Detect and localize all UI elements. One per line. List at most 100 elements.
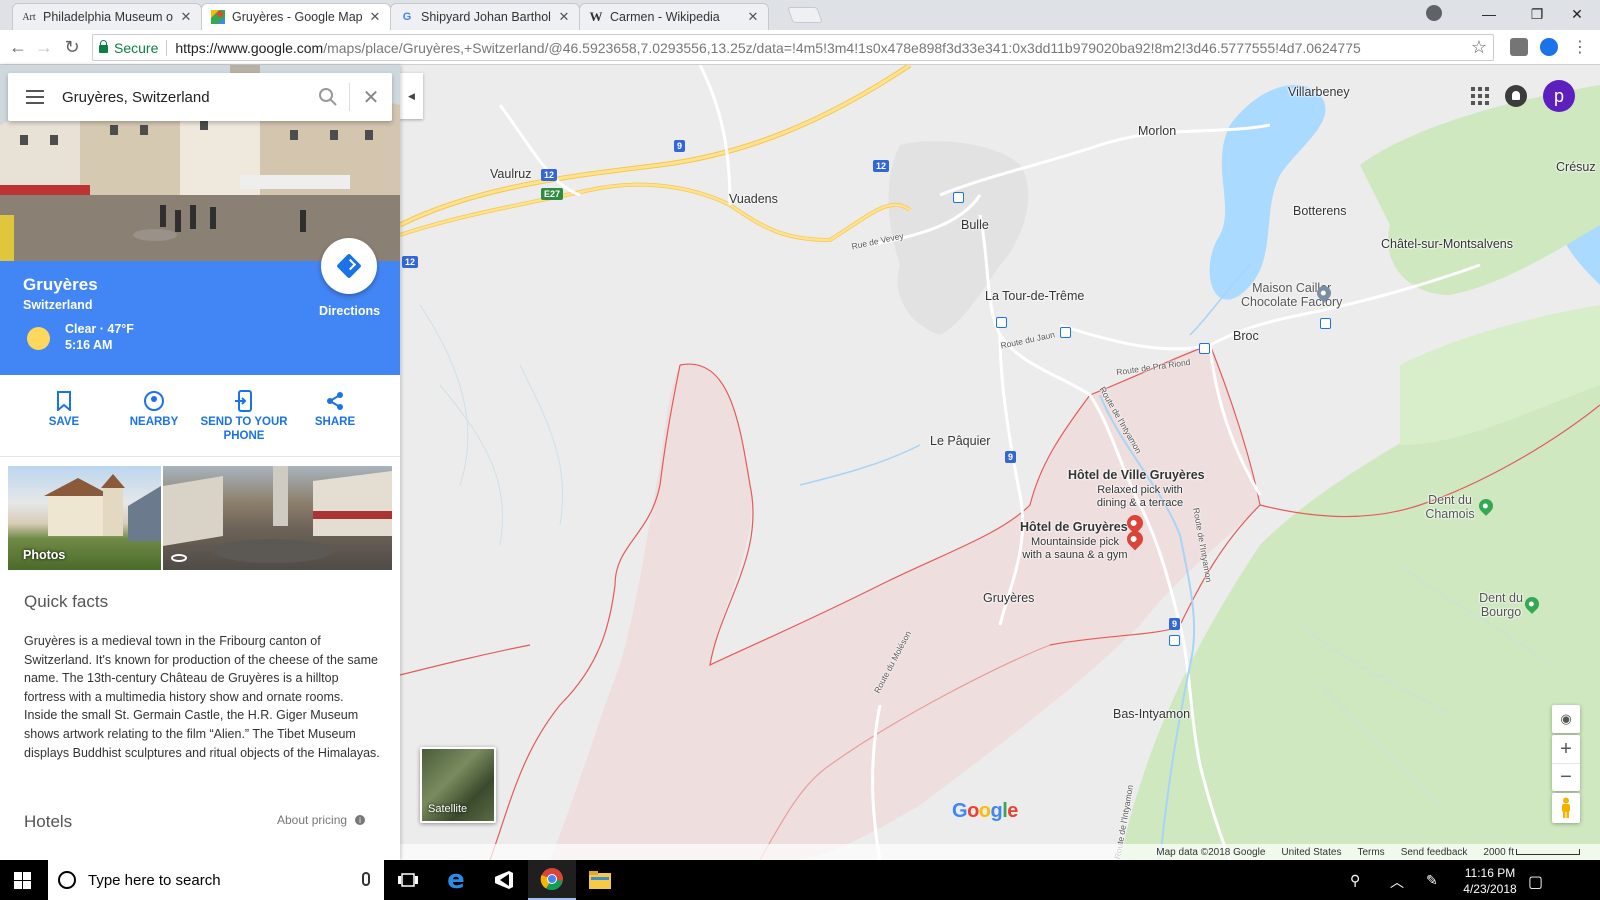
crosshair-icon: ◉ [1560,711,1572,726]
address-bar[interactable]: Secure https://www.google.com/maps/place… [92,34,1494,61]
zoom-in-button[interactable]: + [1552,735,1580,763]
chrome-profile-icon[interactable] [1426,5,1442,21]
hotel-desc-hotel-de-gruyeres: Mountainside pick with a sauna & a gym [1022,536,1128,561]
extension-icon[interactable] [1510,38,1528,56]
windows-start-icon[interactable] [14,872,31,889]
about-pricing-link[interactable]: About pricing i [277,813,366,827]
tab-shipyard[interactable]: G Shipyard Johan Bartholo ✕ [390,3,580,30]
action-center-icon[interactable]: ▢ [1528,872,1543,892]
bookmark-star-icon[interactable]: ☆ [1471,37,1487,58]
map-label-botterens[interactable]: Botterens [1293,204,1347,218]
train-station-icon[interactable] [1320,318,1331,329]
reload-icon[interactable]: ↻ [60,35,84,59]
system-clock[interactable]: 11:16 PM 4/23/2018 [1455,865,1525,897]
tab-google-maps[interactable]: Gruyères - Google Maps ✕ [201,3,391,30]
street-view-photo [163,466,392,563]
windows-taskbar: Type here to search e ⚲ ︿ ✎ 11:16 PM 4/2… [0,860,1600,900]
street-view-pegman-icon[interactable] [1552,793,1580,823]
close-tab-icon[interactable]: ✕ [746,9,760,25]
map-label-bulle[interactable]: Bulle [961,218,989,232]
satellite-toggle[interactable]: Satellite [420,747,496,823]
visual-studio-icon[interactable] [480,860,528,900]
search-icon[interactable] [307,73,349,121]
train-station-icon[interactable] [1060,327,1071,338]
map-label-morlon[interactable]: Morlon [1138,124,1176,138]
map-label-vuadens[interactable]: Vuadens [729,192,778,206]
train-station-icon[interactable] [1169,635,1180,646]
close-window-icon[interactable]: ✕ [1554,0,1600,28]
show-hidden-icons-chevron-icon[interactable]: ︿ [1390,872,1404,892]
minimize-icon[interactable]: — [1466,0,1512,28]
secure-indicator[interactable]: Secure [99,39,158,56]
satellite-label: Satellite [428,803,468,815]
tab-carmen-wikipedia[interactable]: W Carmen - Wikipedia ✕ [579,3,769,30]
map-label-cresuz[interactable]: Crésuz [1556,160,1596,174]
map-label-gruyeres[interactable]: Gruyères [983,591,1034,605]
street-view-thumbnail[interactable] [163,466,392,570]
hero-photo[interactable]: ✕ [0,65,400,261]
search-box[interactable]: ✕ [8,73,392,121]
share-button[interactable]: SHARE [290,387,380,429]
task-view-icon[interactable] [384,860,432,900]
google-apps-icon[interactable] [1471,87,1489,105]
map-label-vaulruz[interactable]: Vaulruz [490,167,531,181]
train-station-icon[interactable] [953,192,964,203]
forward-arrow-icon[interactable]: → [32,35,56,59]
back-arrow-icon[interactable]: ← [6,35,30,59]
place-panel: ✕ Gruyères Switzerland Clear · 47°F 5:16… [0,65,400,860]
scale-label[interactable]: 2000 ft [1483,847,1514,858]
info-icon: i [355,815,366,825]
url-text[interactable]: https://www.google.com/maps/place/Gruyèr… [175,40,1360,56]
hotel-label-hotel-de-gruyeres[interactable]: Hôtel de Gruyères [1020,520,1128,534]
taskbar-search-box[interactable]: Type here to search [48,860,384,900]
people-icon[interactable]: ⚲ [1350,872,1360,889]
pen-workspace-icon[interactable]: ✎ [1426,872,1438,889]
place-subtitle: Switzerland [23,298,93,312]
region-link[interactable]: United States [1281,847,1341,858]
zoom-out-button[interactable]: − [1552,763,1580,791]
map-label-dent-du-chamois[interactable]: Dent du Chamois [1420,493,1480,521]
my-location-button[interactable]: ◉ [1552,705,1580,733]
account-avatar[interactable]: p [1543,80,1575,112]
nearby-button[interactable]: NEARBY [109,387,199,429]
chrome-taskbar-icon[interactable] [528,860,576,900]
close-tab-icon[interactable]: ✕ [557,9,571,25]
map-label-la-tour-de-treme[interactable]: La Tour-de-Trême [985,289,1084,303]
map-label-dent-du-bourgo[interactable]: Dent du Bourgo [1474,591,1528,619]
tab-philadelphia-museum[interactable]: Art Philadelphia Museum of ✕ [12,3,202,30]
train-station-icon[interactable] [1199,343,1210,354]
map-label-bas-intyamon[interactable]: Bas-Intyamon [1113,707,1190,721]
extension-icon-blue[interactable] [1540,38,1558,56]
directions-label[interactable]: Directions [319,304,380,318]
clear-search-icon[interactable]: ✕ [350,73,392,121]
google-favicon-icon: G [402,11,412,23]
send-feedback-link[interactable]: Send feedback [1401,847,1468,858]
close-tab-icon[interactable]: ✕ [179,9,193,25]
map-label-chatel-sur-montsalvens[interactable]: Châtel-sur-Montsalvens [1381,237,1513,251]
map-data-credit: Map data ©2018 Google [1156,846,1266,858]
save-button[interactable]: SAVE [19,387,109,429]
map-label-broc[interactable]: Broc [1233,329,1259,343]
notifications-bell-icon[interactable] [1505,85,1527,107]
zoom-controls: + − [1552,735,1580,791]
map-label-villarbeney[interactable]: Villarbeney [1288,85,1350,99]
terms-link[interactable]: Terms [1357,847,1384,858]
directions-button[interactable] [321,238,377,294]
map-canvas[interactable]: p Vaulruz Vuadens Bulle Morlon Villarben… [400,65,1600,860]
collapse-panel-button[interactable]: ◀ [400,73,423,119]
photos-thumbnail[interactable]: Photos [8,466,161,570]
menu-hamburger-icon[interactable] [8,90,62,104]
train-station-icon[interactable] [996,317,1007,328]
close-tab-icon[interactable]: ✕ [368,9,382,25]
map-label-le-paquier[interactable]: Le Pâquier [930,434,990,448]
chrome-menu-icon[interactable]: ⋮ [1568,35,1592,59]
microphone-icon[interactable] [362,872,370,886]
file-explorer-icon[interactable] [576,860,624,900]
hotel-label-hotel-de-ville[interactable]: Hôtel de Ville Gruyères [1068,468,1205,482]
tab-strip: Art Philadelphia Museum of ✕ Gruyères - … [0,0,1600,30]
lock-icon [99,39,108,53]
new-tab-button[interactable] [787,7,823,23]
edge-browser-icon[interactable]: e [432,860,480,900]
send-to-phone-button[interactable]: SEND TO YOUR PHONE [199,387,289,443]
search-input[interactable] [62,88,307,106]
